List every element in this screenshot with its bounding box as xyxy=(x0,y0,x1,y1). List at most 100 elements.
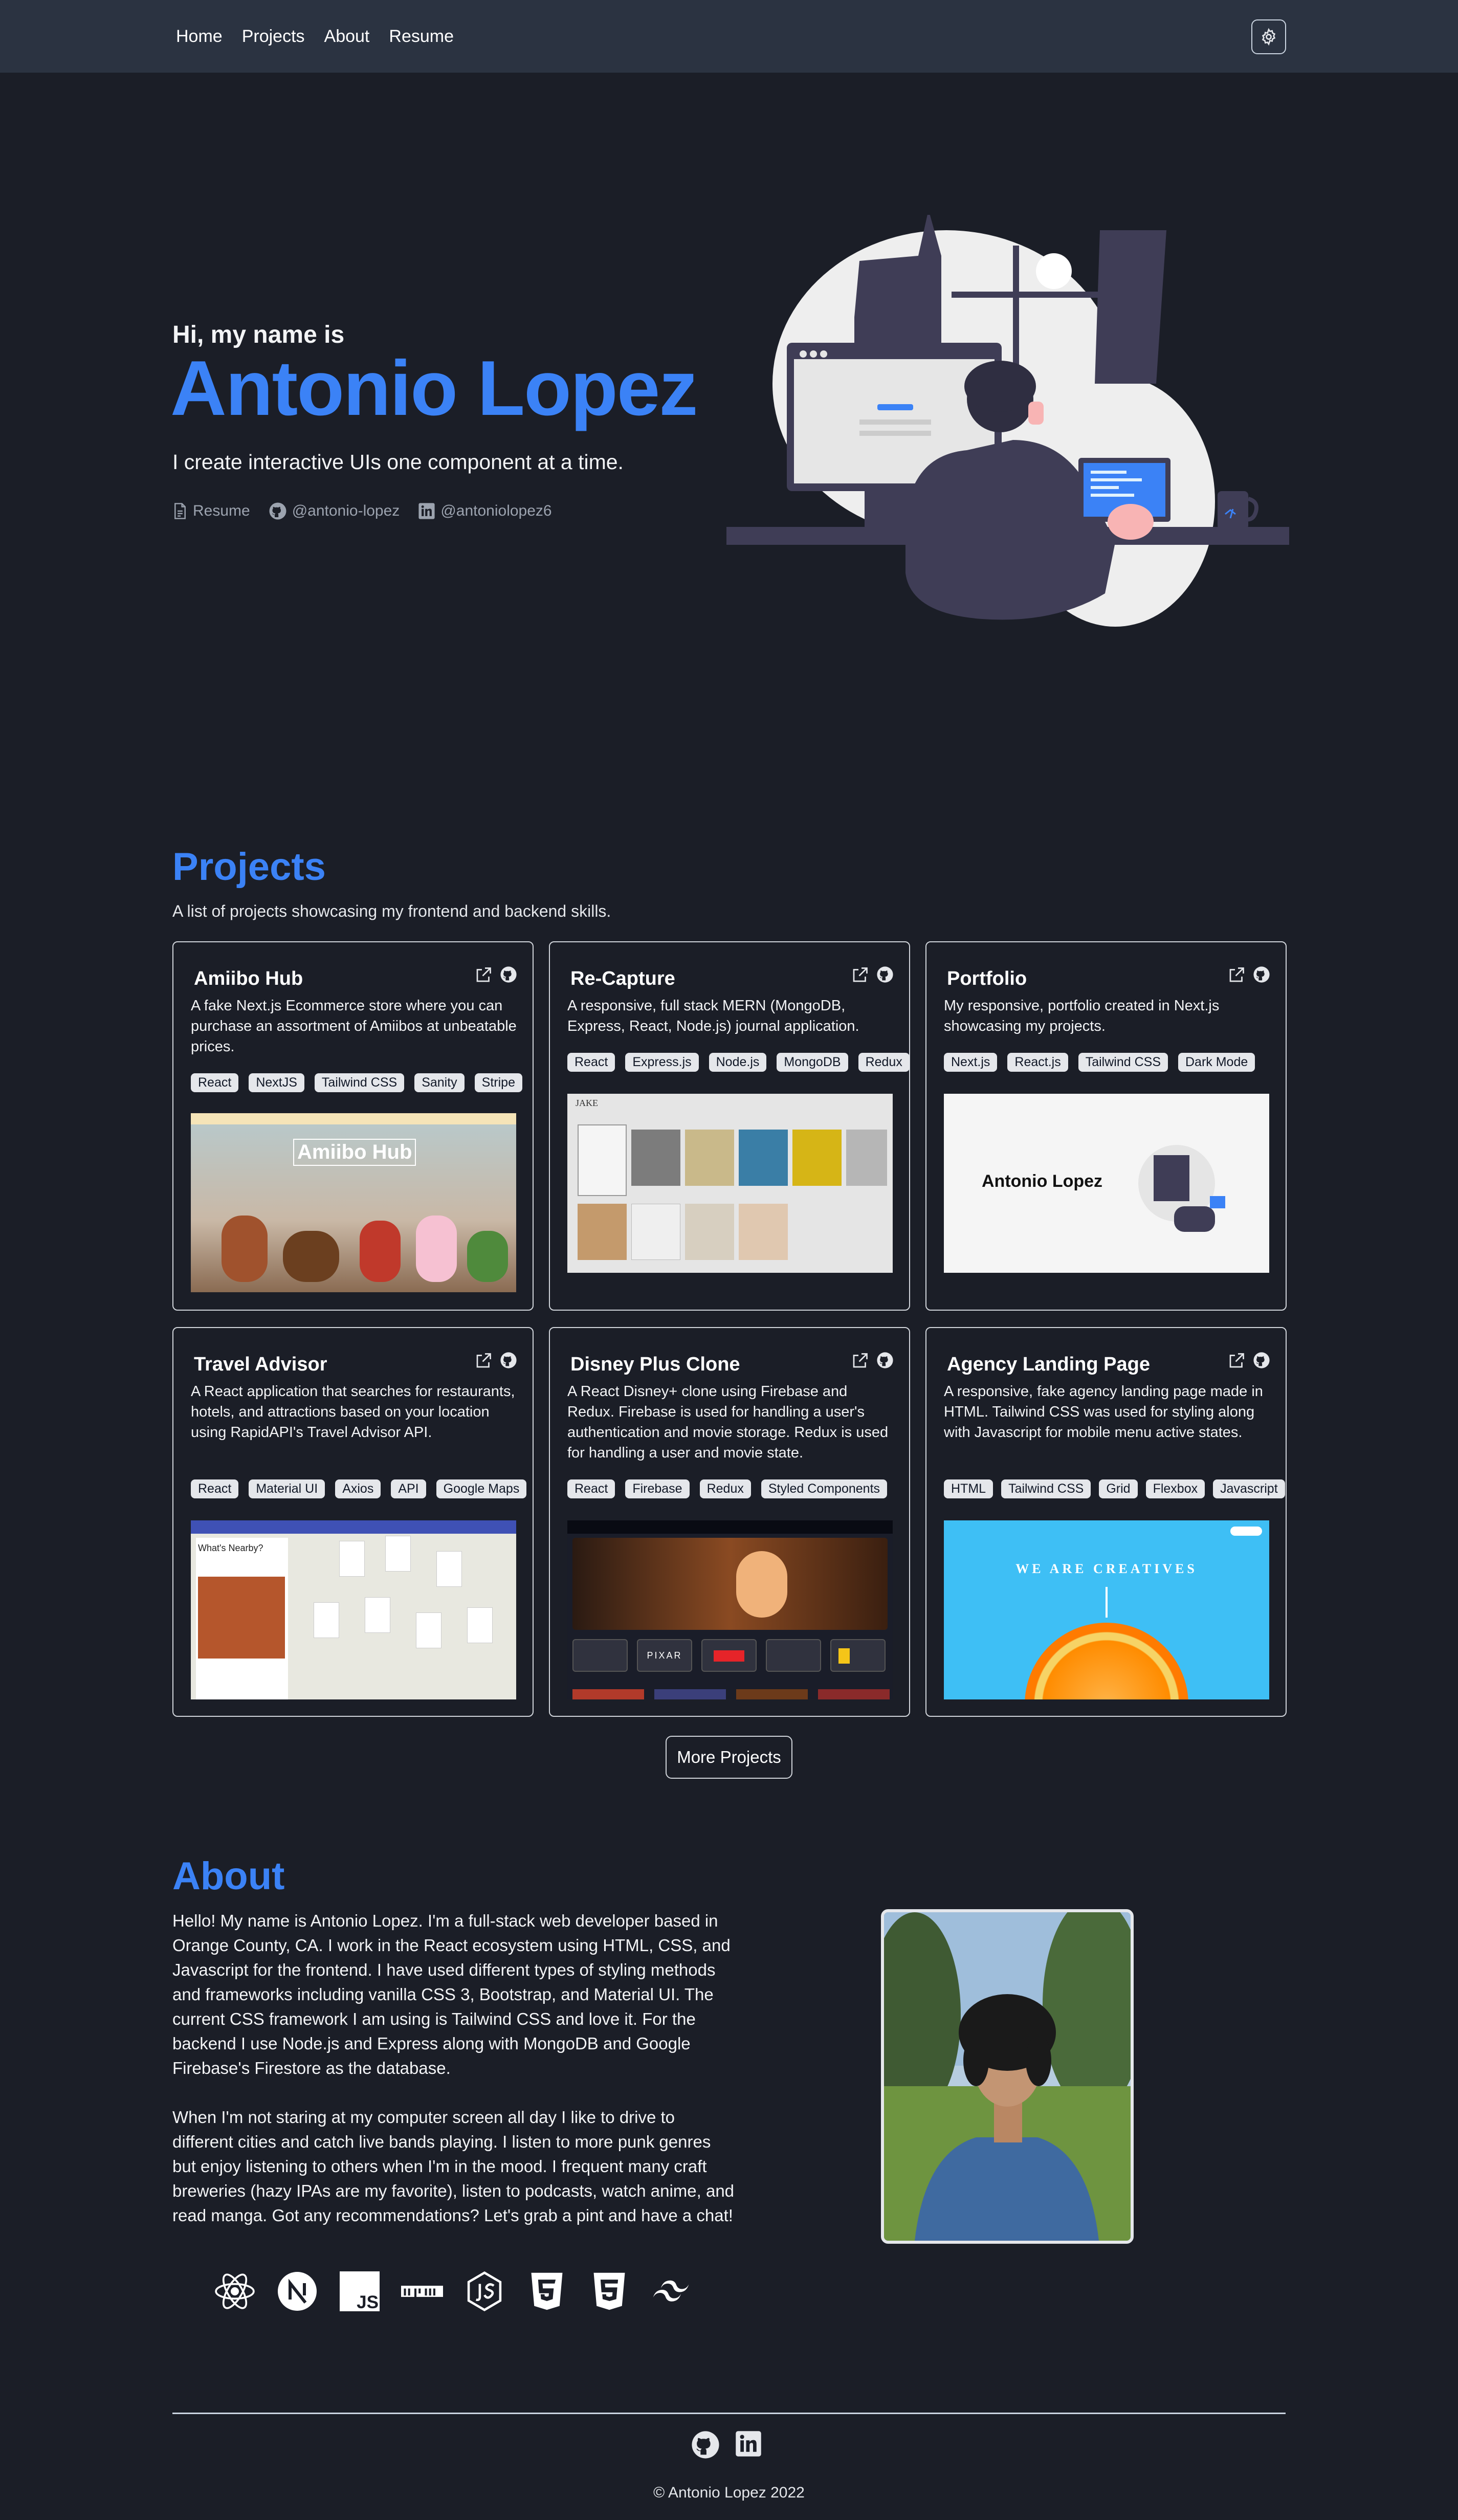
project-title: Re-Capture xyxy=(570,968,675,989)
project-tags: React Express.js Node.js MongoDB Redux xyxy=(567,1053,910,1072)
tag: API xyxy=(391,1479,426,1498)
tag: Axios xyxy=(335,1479,381,1498)
tag: Styled Components xyxy=(761,1479,888,1498)
project-links xyxy=(474,1352,517,1370)
nav-links: Home Projects About Resume xyxy=(176,0,454,73)
tag: Express.js xyxy=(625,1053,699,1072)
project-title: Agency Landing Page xyxy=(947,1354,1150,1375)
external-link-icon[interactable] xyxy=(851,1352,869,1370)
project-title: Portfolio xyxy=(947,968,1027,989)
tag: Sanity xyxy=(414,1073,465,1092)
tag: React xyxy=(567,1479,615,1498)
hero-name: Antonio Lopez xyxy=(170,345,698,432)
react-icon xyxy=(214,2270,256,2312)
external-link-icon[interactable] xyxy=(474,966,493,984)
linkedin-icon[interactable] xyxy=(735,2430,762,2458)
tag: Redux xyxy=(858,1053,910,1072)
npm-icon xyxy=(401,2270,443,2312)
tag: Firebase xyxy=(625,1479,690,1498)
tailwind-icon xyxy=(651,2270,693,2312)
screenshot-caption: WE ARE CREATIVES xyxy=(1015,1561,1198,1576)
project-links xyxy=(851,966,894,984)
github-icon[interactable] xyxy=(1253,966,1270,983)
tag: React xyxy=(567,1053,615,1072)
external-link-icon[interactable] xyxy=(851,966,869,984)
project-title: Travel Advisor xyxy=(194,1354,327,1375)
resume-link[interactable]: Resume xyxy=(172,502,250,520)
external-link-icon[interactable] xyxy=(1227,1352,1246,1370)
javascript-icon: JS xyxy=(339,2270,381,2312)
nav-link-about[interactable]: About xyxy=(324,27,370,47)
linkedin-icon xyxy=(418,503,435,519)
project-screenshot[interactable]: WE ARE CREATIVES xyxy=(944,1520,1269,1699)
project-screenshot[interactable]: JAKE xyxy=(567,1094,893,1273)
github-icon[interactable] xyxy=(876,1352,894,1369)
footer-divider xyxy=(172,2413,1286,2414)
github-icon[interactable] xyxy=(691,2430,720,2460)
project-links xyxy=(474,966,517,984)
tag: Next.js xyxy=(944,1053,998,1072)
footer-social-links xyxy=(691,2430,762,2460)
nextjs-icon xyxy=(276,2270,318,2312)
project-card-re-capture: Re-Capture A responsive, full stack MERN… xyxy=(549,941,910,1311)
project-card-agency-landing-page: Agency Landing Page A responsive, fake a… xyxy=(925,1327,1287,1717)
project-screenshot[interactable]: What's Nearby? xyxy=(191,1520,516,1699)
footer-copyright: © Antonio Lopez 2022 xyxy=(653,2484,805,2501)
project-links xyxy=(1227,966,1270,984)
github-link-label: @antonio-lopez xyxy=(292,502,400,519)
css3-icon xyxy=(588,2270,630,2312)
hero-links: Resume @antonio-lopez @antoniolopez6 xyxy=(172,502,552,520)
project-description: My responsive, portfolio created in Next… xyxy=(944,998,1220,1034)
project-description: A responsive, full stack MERN (MongoDB, … xyxy=(567,998,859,1034)
tag: HTML xyxy=(944,1479,993,1498)
project-description: A React application that searches for re… xyxy=(191,1383,515,1441)
project-description: A React Disney+ clone using Firebase and… xyxy=(567,1383,889,1461)
screenshot-caption: What's Nearby? xyxy=(198,1543,263,1553)
project-screenshot[interactable]: Antonio Lopez xyxy=(944,1094,1269,1273)
github-icon[interactable] xyxy=(500,1352,517,1369)
project-description: A responsive, fake agency landing page m… xyxy=(944,1383,1263,1441)
nav-link-resume[interactable]: Resume xyxy=(389,27,454,47)
tag: Google Maps xyxy=(436,1479,527,1498)
nav-link-home[interactable]: Home xyxy=(176,27,223,47)
about-paragraph-2: When I'm not staring at my computer scre… xyxy=(172,2108,735,2225)
github-icon xyxy=(269,502,286,520)
theme-settings-button[interactable] xyxy=(1251,19,1286,54)
linkedin-link[interactable]: @antoniolopez6 xyxy=(418,502,552,520)
project-tags: React Material UI Axios API Google Maps xyxy=(191,1479,527,1498)
github-icon[interactable] xyxy=(1253,1352,1270,1369)
developer-illustration xyxy=(726,215,1289,627)
tag: Stripe xyxy=(474,1073,522,1092)
github-icon[interactable] xyxy=(500,966,517,983)
tag: React.js xyxy=(1007,1053,1068,1072)
tag: Grid xyxy=(1099,1479,1138,1498)
project-card-amiibo-hub: Amiibo Hub A fake Next.js Ecommerce stor… xyxy=(172,941,534,1311)
github-icon[interactable] xyxy=(876,966,894,983)
external-link-icon[interactable] xyxy=(1227,966,1246,984)
tag: NextJS xyxy=(249,1073,304,1092)
document-icon xyxy=(174,503,186,519)
svg-text:JS: JS xyxy=(357,2292,379,2311)
more-projects-button[interactable]: More Projects xyxy=(666,1736,792,1779)
tag: Dark Mode xyxy=(1178,1053,1255,1072)
project-tags: HTML Tailwind CSS Grid Flexbox Javascrip… xyxy=(944,1479,1285,1498)
resume-link-label: Resume xyxy=(193,502,250,519)
hero-tagline: I create interactive UIs one component a… xyxy=(172,450,624,474)
tag: React xyxy=(191,1479,239,1498)
linkedin-link-label: @antoniolopez6 xyxy=(440,502,552,519)
project-screenshot[interactable]: Amiibo Hub xyxy=(191,1113,516,1292)
tag: Node.js xyxy=(709,1053,767,1072)
project-links xyxy=(851,1352,894,1370)
project-screenshot[interactable]: PIXAR xyxy=(567,1520,893,1699)
tag: MongoDB xyxy=(777,1053,848,1072)
external-link-icon[interactable] xyxy=(474,1352,493,1370)
html5-icon xyxy=(526,2270,568,2312)
tech-stack-icons: JS xyxy=(214,2270,693,2312)
github-link[interactable]: @antonio-lopez xyxy=(269,502,400,520)
projects-title: Projects xyxy=(172,845,326,889)
project-tags: React NextJS Tailwind CSS Sanity Stripe xyxy=(191,1073,522,1092)
profile-photo xyxy=(881,1909,1134,2244)
nav-link-projects[interactable]: Projects xyxy=(242,27,305,47)
tag: Tailwind CSS xyxy=(1078,1053,1168,1072)
projects-subtitle: A list of projects showcasing my fronten… xyxy=(172,902,611,920)
